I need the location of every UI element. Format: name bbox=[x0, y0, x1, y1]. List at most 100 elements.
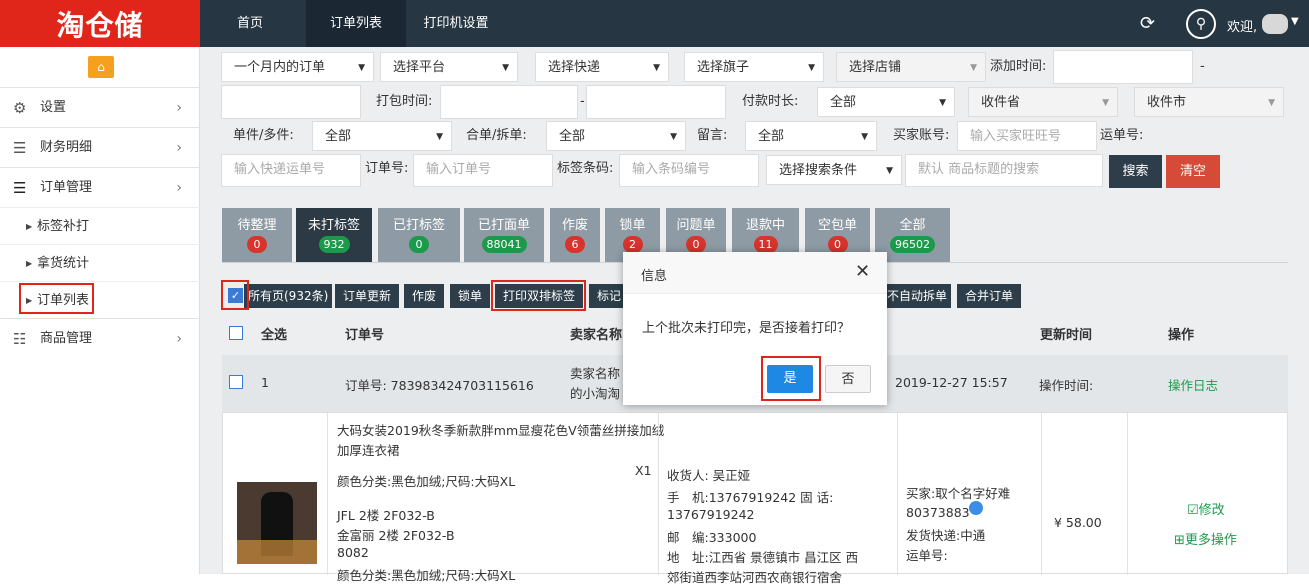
sidebar-item-finance[interactable]: ☰ 财务明细 › bbox=[0, 127, 200, 167]
lock-button[interactable]: 锁单 bbox=[450, 284, 491, 308]
buyer-account-input[interactable]: 输入买家旺旺号 bbox=[957, 121, 1097, 151]
city-select[interactable]: 收件市 ▼ bbox=[1134, 87, 1284, 117]
col-ops: 操作 bbox=[1168, 328, 1195, 343]
keyword-input[interactable]: 默认 商品标题的搜索 bbox=[905, 154, 1103, 187]
location-1: JFL 2楼 2F032-B bbox=[337, 508, 435, 523]
list-icon: ☷ bbox=[13, 330, 27, 348]
sidebar-item-settings[interactable]: ⚙ 设置 › bbox=[0, 87, 200, 127]
sidebar-sub-label: 标签补打 bbox=[37, 219, 90, 234]
nav-order-list[interactable]: 订单列表 bbox=[306, 0, 406, 47]
wangwang-icon[interactable] bbox=[969, 501, 983, 515]
nav-home[interactable]: 首页 bbox=[200, 0, 300, 47]
pack-time-end[interactable] bbox=[586, 85, 726, 119]
shop-select[interactable]: 选择店铺 ▼ bbox=[836, 52, 986, 82]
product-image[interactable] bbox=[237, 482, 317, 564]
search-button[interactable]: 搜索 bbox=[1109, 155, 1162, 188]
tab-unprinted[interactable]: 未打标签 932 bbox=[296, 208, 372, 262]
highlight-box bbox=[19, 283, 94, 314]
sidebar-item-label: 设置 bbox=[40, 100, 67, 115]
tab-void[interactable]: 作废 6 bbox=[550, 208, 600, 262]
void-button[interactable]: 作废 bbox=[404, 284, 445, 308]
price: ¥ 58.00 bbox=[1054, 515, 1102, 530]
count-badge: 0 bbox=[409, 236, 429, 253]
more-ops-link[interactable]: ⊞更多操作 bbox=[1174, 529, 1237, 548]
sidebar-item-products[interactable]: ☷ 商品管理 › bbox=[0, 318, 200, 358]
merge-split-select[interactable]: 全部 ▼ bbox=[546, 121, 686, 151]
menu-icon: ☰ bbox=[13, 139, 27, 157]
message-select[interactable]: 全部 ▼ bbox=[745, 121, 877, 151]
sidebar-item-label: 财务明细 bbox=[40, 140, 93, 155]
buyer-no: 80373883 bbox=[906, 505, 970, 520]
time-range-select[interactable]: 一个月内的订单 ▼ bbox=[221, 52, 374, 82]
divider bbox=[1041, 413, 1042, 575]
tab-printed-waybill[interactable]: 已打面单 88041 bbox=[464, 208, 544, 262]
row-checkbox[interactable] bbox=[229, 375, 243, 389]
single-multi-select[interactable]: 全部 ▼ bbox=[312, 121, 452, 151]
tab-pending[interactable]: 待整理 0 bbox=[222, 208, 292, 262]
phone: 手 机:13767919242 固 话: bbox=[667, 490, 834, 505]
sidebar-item-label: 商品管理 bbox=[40, 331, 93, 346]
order-number: 订单号: 783983424703115616 bbox=[345, 378, 534, 393]
close-icon[interactable]: ✕ bbox=[855, 261, 870, 282]
barcode-input[interactable]: 输入条码编号 bbox=[619, 154, 759, 187]
edit-link[interactable]: ☑修改 bbox=[1187, 499, 1225, 518]
sidebar-sub-pickup-stats[interactable]: ▶ 拿货统计 bbox=[0, 244, 200, 281]
all-pages-button[interactable]: 所有页(932条) bbox=[244, 284, 333, 308]
username-blur bbox=[1262, 14, 1288, 34]
col-order-no: 订单号 bbox=[345, 328, 385, 343]
chevron-down-icon[interactable]: ▼ bbox=[1291, 16, 1299, 27]
pay-duration-select[interactable]: 全部 ▼ bbox=[817, 87, 955, 117]
sidebar-sub-label-reprint[interactable]: ▶ 标签补打 bbox=[0, 207, 200, 244]
merge-split-label: 合单/拆单: bbox=[466, 128, 527, 143]
gears-icon: ⚙ bbox=[13, 99, 27, 117]
tab-printed-label[interactable]: 已打标签 0 bbox=[378, 208, 460, 262]
receiver: 收货人: 吴正娅 bbox=[667, 468, 751, 483]
tab-label: 已打标签 bbox=[392, 218, 445, 233]
express-no-input[interactable]: 输入快递运单号 bbox=[221, 154, 361, 187]
tab-label: 未打标签 bbox=[307, 218, 360, 233]
order-no-label: 订单号: bbox=[365, 161, 409, 176]
flagship-select[interactable]: 选择旗子 ▼ bbox=[684, 52, 824, 82]
buyer-account-label: 买家账号: bbox=[893, 128, 950, 143]
tab-label: 待整理 bbox=[237, 218, 277, 233]
no-auto-split-button[interactable]: 不自动拆单 bbox=[883, 284, 952, 308]
mark-button[interactable]: 标记 bbox=[589, 284, 627, 308]
highlight-box bbox=[491, 280, 586, 311]
sidebar-item-label: 订单管理 bbox=[40, 180, 93, 195]
single-multi-label: 单件/多件: bbox=[233, 128, 294, 143]
add-time-start[interactable] bbox=[1053, 50, 1193, 84]
home-icon[interactable]: ⌂ bbox=[88, 56, 114, 78]
dialog-header: 信息 ✕ bbox=[623, 252, 887, 294]
pack-time-start[interactable] bbox=[440, 85, 578, 119]
waybill-no: 运单号: bbox=[906, 548, 948, 563]
province-select[interactable]: 收件省 ▼ bbox=[968, 87, 1118, 117]
add-time-label: 添加时间: bbox=[990, 59, 1047, 74]
chevron-right-icon: › bbox=[176, 180, 182, 196]
add-time-end[interactable] bbox=[221, 85, 361, 119]
caret-right-icon: ▶ bbox=[26, 222, 33, 231]
update-time: 2019-12-27 15:57 bbox=[895, 375, 1008, 390]
order-no-input[interactable]: 输入订单号 bbox=[413, 154, 553, 187]
tab-label: 空包单 bbox=[817, 218, 857, 233]
tab-label: 全部 bbox=[899, 218, 926, 233]
op-time-label: 操作时间: bbox=[1039, 378, 1094, 393]
product-attr-2: 颜色分类:黑色加绒;尺码:大码XL bbox=[337, 568, 516, 583]
search-condition-select[interactable]: 选择搜索条件 ▼ bbox=[766, 155, 902, 185]
express-select[interactable]: 选择快递 ▼ bbox=[535, 52, 669, 82]
avatar-share-icon[interactable]: ⚲ bbox=[1186, 9, 1216, 39]
merge-orders-button[interactable]: 合并订单 bbox=[957, 284, 1022, 308]
sidebar-item-order-mgmt[interactable]: ☰ 订单管理 › bbox=[0, 167, 200, 207]
nav-printer-settings[interactable]: 打印机设置 bbox=[406, 0, 506, 47]
select-all-checkbox[interactable] bbox=[229, 326, 243, 340]
refresh-icon[interactable]: ⟳ bbox=[1140, 13, 1155, 34]
order-update-button[interactable]: 订单更新 bbox=[335, 284, 400, 308]
confirm-no-button[interactable]: 否 bbox=[825, 365, 871, 393]
chevron-right-icon: › bbox=[176, 140, 182, 156]
dash-label: - bbox=[1200, 59, 1205, 74]
op-log-link[interactable]: 操作日志 bbox=[1168, 375, 1218, 394]
platform-select[interactable]: 选择平台 ▼ bbox=[380, 52, 518, 82]
count-badge: 0 bbox=[827, 236, 848, 253]
clear-button[interactable]: 清空 bbox=[1166, 155, 1220, 188]
menu-icon: ☰ bbox=[13, 179, 27, 197]
tab-label: 退款中 bbox=[745, 218, 785, 233]
